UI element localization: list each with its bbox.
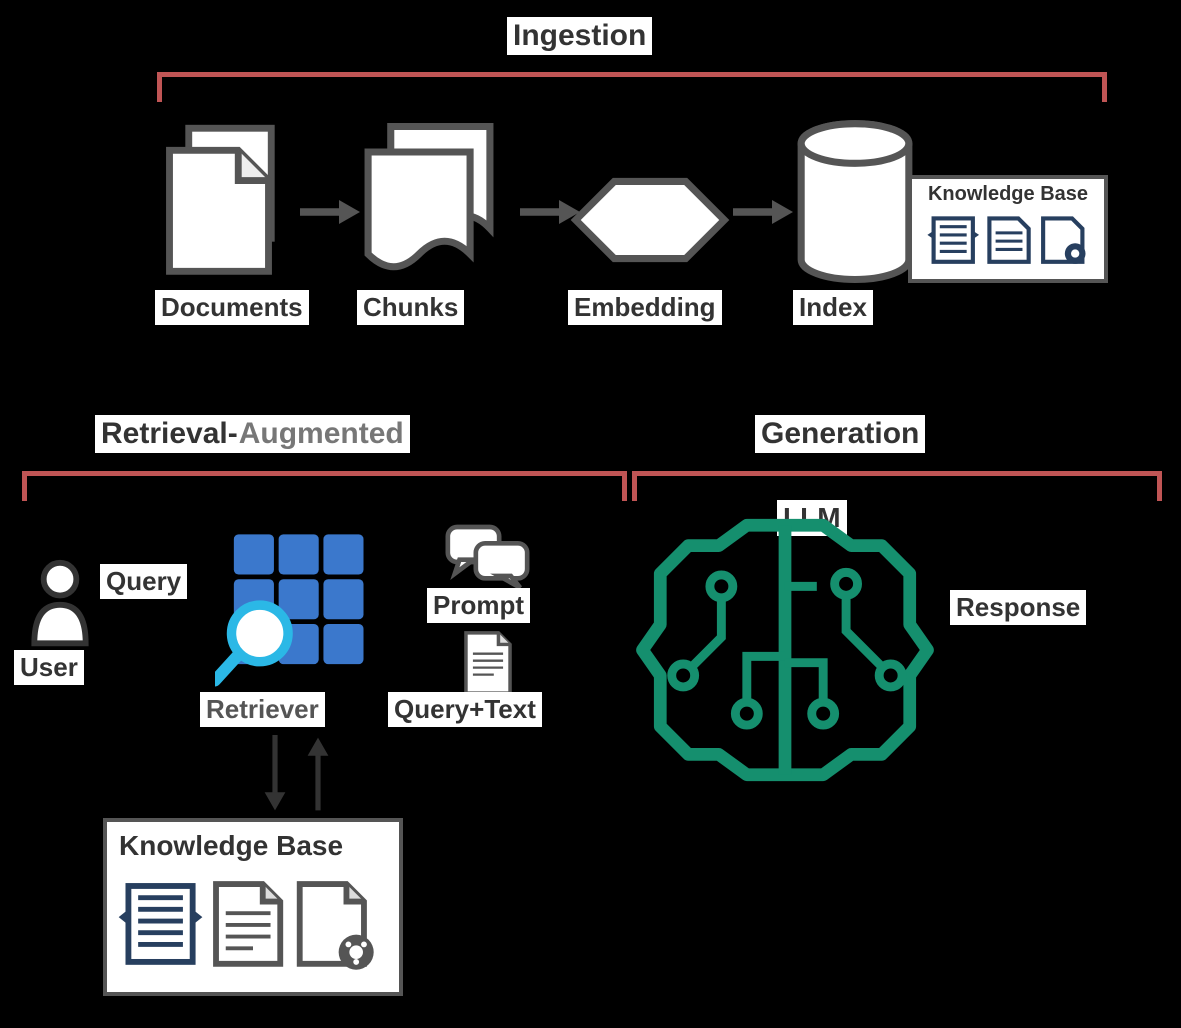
arrow-down-icon <box>262 735 288 813</box>
retrieval-bracket <box>22 471 627 501</box>
retriever-icon <box>215 525 380 690</box>
query-text-label: Query+Text <box>388 692 542 727</box>
generation-bracket <box>632 471 1162 501</box>
documents-icon <box>155 120 305 285</box>
knowledge-base-box-large: Knowledge Base <box>103 818 403 996</box>
embedding-label: Embedding <box>568 290 722 325</box>
ingestion-bracket <box>157 72 1107 102</box>
arrow-up-icon <box>305 735 331 813</box>
user-icon <box>25 555 95 650</box>
response-label: Response <box>950 590 1086 625</box>
query-label: Query <box>100 564 187 599</box>
retriever-label: Retriever <box>200 692 325 727</box>
generation-title: Generation <box>755 415 925 453</box>
retrieval-title-p1: Retrieval- <box>95 415 239 453</box>
ingestion-title: Ingestion <box>507 17 652 55</box>
knowledge-base-label-small: Knowledge Base <box>912 179 1104 206</box>
index-cylinder-icon <box>790 118 920 288</box>
kb-docs-icon <box>912 206 1104 268</box>
prompt-label: Prompt <box>427 588 530 623</box>
knowledge-base-label-large: Knowledge Base <box>107 822 399 862</box>
prompt-icon <box>440 520 535 590</box>
kb-docs-icon-large <box>107 862 399 982</box>
arrow-icon <box>733 197 793 227</box>
index-label: Index <box>793 290 873 325</box>
chunks-icon <box>355 118 520 288</box>
arrow-icon <box>300 197 360 227</box>
retrieval-title-p2: Augmented <box>239 415 410 453</box>
knowledge-base-box-small: Knowledge Base <box>908 175 1108 283</box>
llm-brain-icon <box>630 510 940 790</box>
user-label: User <box>14 650 84 685</box>
retrieval-title-wrap: Retrieval- Augmented <box>95 415 410 453</box>
documents-label: Documents <box>155 290 309 325</box>
query-text-doc-icon <box>459 628 517 698</box>
embedding-icon <box>560 170 740 270</box>
chunks-label: Chunks <box>357 290 464 325</box>
